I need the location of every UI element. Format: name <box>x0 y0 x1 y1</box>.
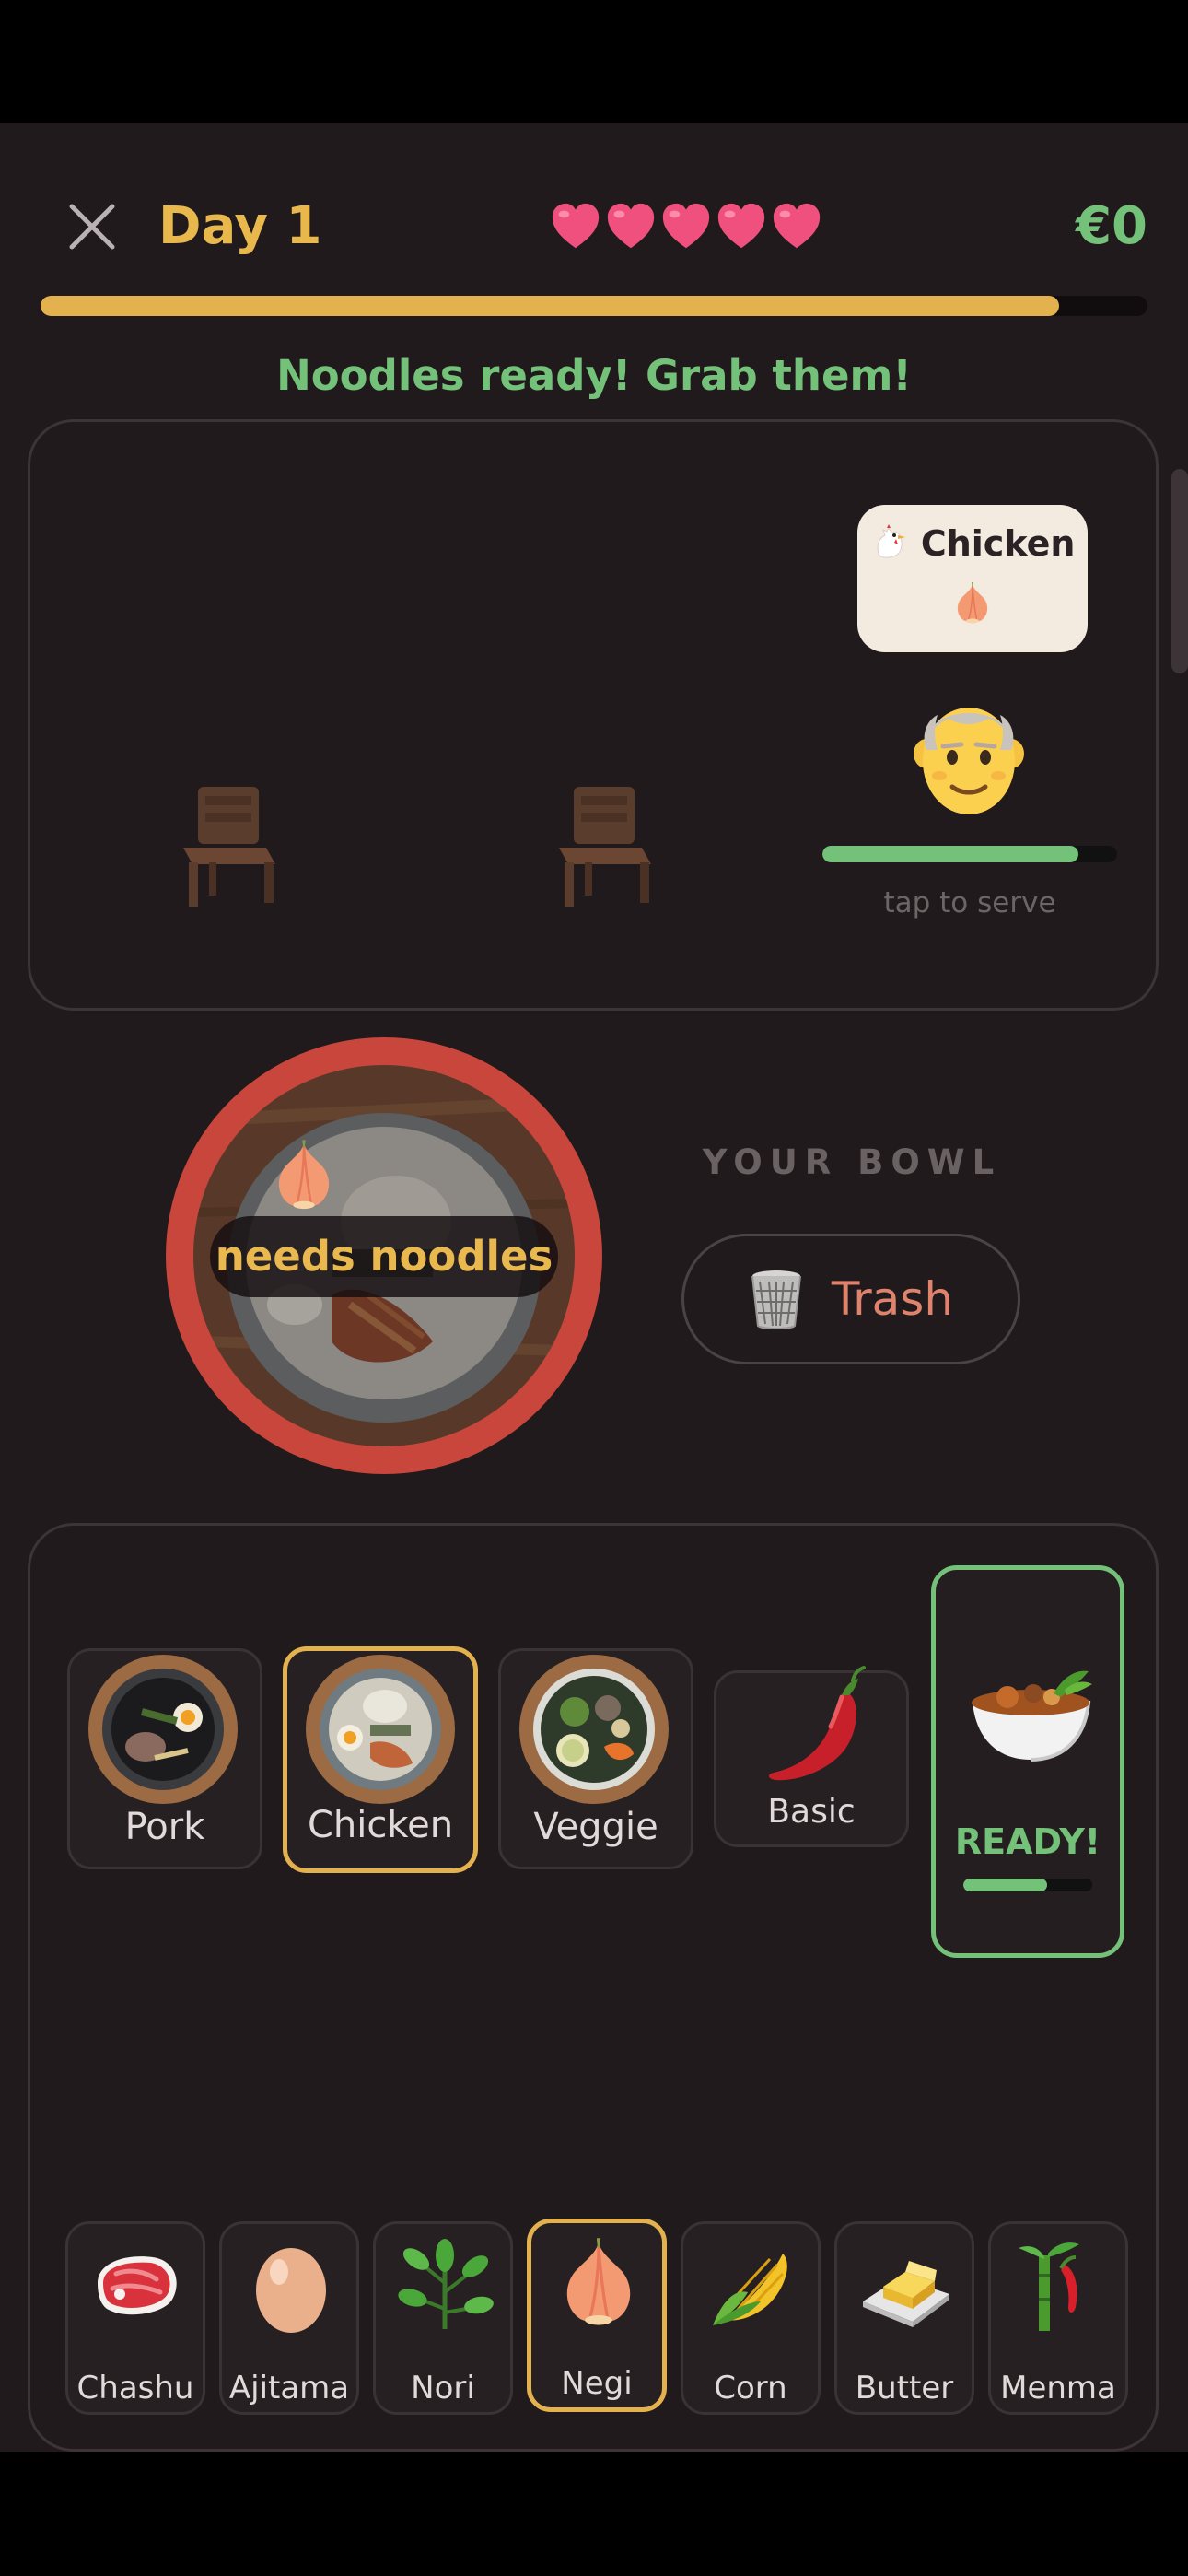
heart-icon <box>715 200 768 253</box>
topping-label: Chashu <box>76 2370 194 2406</box>
lives-hearts <box>549 194 834 259</box>
corn-icon <box>713 2254 787 2325</box>
noodles-progress-bar <box>963 1879 1092 1891</box>
noodles-progress-fill <box>963 1879 1047 1891</box>
veggie-bowl-icon <box>519 1655 669 1804</box>
tap-to-serve-hint: tap to serve <box>883 886 1056 919</box>
trash-label: Trash <box>831 1272 954 1326</box>
topping-negi[interactable]: Negi <box>527 2219 667 2412</box>
onion-icon <box>550 2234 647 2332</box>
customer-patience-bar <box>822 846 1117 862</box>
topping-corn[interactable]: Corn <box>681 2221 821 2415</box>
day-timer-fill <box>41 296 1059 316</box>
heart-icon <box>549 200 602 253</box>
wastebasket-icon <box>751 1270 801 1329</box>
topping-label: Butter <box>855 2370 954 2406</box>
topping-chashu[interactable]: Chashu <box>65 2221 205 2415</box>
game-screen: Day 1 €0 Noodles ready! Grab them! Chick… <box>0 123 1188 2452</box>
chicken-icon <box>877 524 905 558</box>
topping-label: Negi <box>561 2365 633 2402</box>
butter-icon <box>863 2261 949 2327</box>
kitchen-panel: Pork Chicken Veggie Basic READY! Chashu … <box>28 1523 1159 2452</box>
customer-patience-fill <box>822 846 1079 862</box>
noodles-ready-button[interactable]: READY! <box>931 1565 1124 1958</box>
money-counter: €0 <box>1076 196 1147 256</box>
old-man-face-icon[interactable] <box>910 698 1028 818</box>
topping-label: Corn <box>714 2370 787 2406</box>
day-timer-bar <box>41 296 1147 316</box>
broth-chicken[interactable]: Chicken <box>283 1646 478 1873</box>
scrollbar[interactable] <box>1171 469 1188 673</box>
broth-label: Pork <box>124 1806 205 1848</box>
counter-panel: Chicken tap to serve <box>28 419 1159 1011</box>
chair-icon <box>172 781 283 910</box>
noodles-ready-label: READY! <box>954 1821 1101 1862</box>
day-label: Day 1 <box>158 196 322 256</box>
topping-menma[interactable]: Menma <box>988 2221 1128 2415</box>
onion-icon <box>265 1137 343 1214</box>
chili-pepper-icon <box>768 1666 866 1781</box>
herb-icon <box>398 2239 494 2329</box>
order-bubble: Chicken <box>857 505 1088 652</box>
order-broth-label: Chicken <box>920 523 1076 564</box>
trash-button[interactable]: Trash <box>681 1234 1020 1364</box>
topping-label: Nori <box>411 2370 475 2406</box>
topping-nori[interactable]: Nori <box>373 2221 513 2415</box>
topping-label: Ajitama <box>228 2370 350 2406</box>
chicken-ramen-icon <box>306 1655 455 1804</box>
order-broth: Chicken <box>857 521 1088 566</box>
chair-icon <box>548 781 658 910</box>
bowl-status: needs noodles <box>210 1216 558 1297</box>
bamboo-icon <box>1019 2242 1079 2331</box>
egg-icon <box>256 2248 326 2333</box>
broth-label: Chicken <box>307 1804 454 1846</box>
broth-label: Basic <box>767 1793 856 1831</box>
meat-icon <box>98 2256 177 2315</box>
pork-ramen-icon <box>88 1655 238 1804</box>
broth-label: Veggie <box>533 1806 658 1848</box>
broth-pork[interactable]: Pork <box>67 1648 262 1869</box>
your-bowl-heading: YOUR BOWL <box>702 1142 1002 1182</box>
heart-icon <box>770 200 823 253</box>
broth-veggie[interactable]: Veggie <box>498 1648 693 1869</box>
noodle-pot-icon <box>972 1670 1092 1762</box>
status-message: Noodles ready! Grab them! <box>276 351 912 400</box>
heart-icon <box>604 200 658 253</box>
onion-icon <box>949 580 996 626</box>
topping-label: Menma <box>1000 2370 1116 2406</box>
close-icon[interactable] <box>66 201 118 252</box>
topping-butter[interactable]: Butter <box>834 2221 974 2415</box>
topping-ajitama[interactable]: Ajitama <box>219 2221 359 2415</box>
broth-basic[interactable]: Basic <box>714 1666 909 1847</box>
heart-icon <box>659 200 713 253</box>
